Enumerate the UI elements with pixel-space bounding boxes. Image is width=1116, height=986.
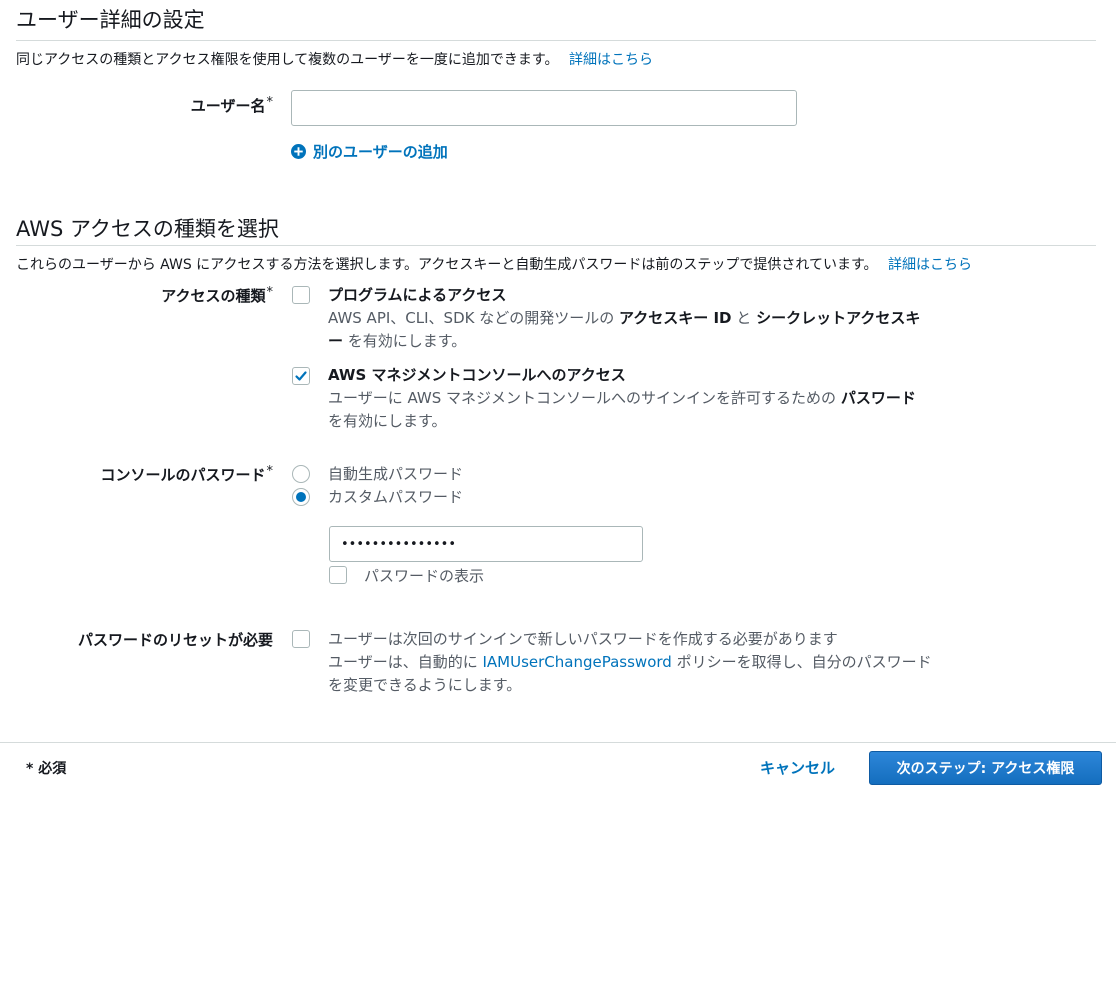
section-description: 同じアクセスの種類とアクセス権限を使用して複数のユーザーを一度に追加できます。 … <box>16 49 653 69</box>
console-access-title: AWS マネジメントコンソールへのアクセス <box>328 366 626 384</box>
password-reset-title: ユーザーは次回のサインインで新しいパスワードを作成する必要があります <box>328 630 838 648</box>
required-asterisk: * <box>266 464 274 479</box>
desc-text: と <box>731 309 757 327</box>
desc-bold: アクセスキー ID <box>619 309 732 327</box>
footer-divider <box>0 742 1116 743</box>
console-access-description: ユーザーに AWS マネジメントコンソールへのサインインを許可するための パスワ… <box>328 387 933 433</box>
custom-password-radio[interactable] <box>292 488 310 506</box>
access-type-label-text: アクセスの種類 <box>161 287 266 305</box>
add-another-user-label: 別のユーザーの追加 <box>313 143 448 161</box>
next-step-button[interactable]: 次のステップ: アクセス権限 <box>869 751 1102 785</box>
description-text: 同じアクセスの種類とアクセス権限を使用して複数のユーザーを一度に追加できます。 <box>16 52 559 68</box>
section-description: これらのユーザーから AWS にアクセスする方法を選択します。アクセスキーと自動… <box>16 254 972 274</box>
show-password-label: パスワードの表示 <box>364 567 485 585</box>
desc-text: を有効にします。 <box>343 332 467 350</box>
required-note: * 必須 <box>26 761 67 777</box>
username-label-text: ユーザー名 <box>190 97 266 115</box>
programmatic-access-checkbox[interactable] <box>292 286 310 304</box>
access-type-label: アクセスの種類* <box>0 285 273 306</box>
section-title-access-type: AWS アクセスの種類を選択 <box>16 217 279 241</box>
desc-text: AWS API、CLI、SDK などの開発ツールの <box>328 309 619 327</box>
desc-text: ユーザーに AWS マネジメントコンソールへのサインインを許可するための <box>328 389 841 407</box>
learn-more-link[interactable]: 詳細はこちら <box>569 52 653 68</box>
username-input[interactable] <box>291 90 797 126</box>
section-divider <box>16 245 1096 246</box>
learn-more-link[interactable]: 詳細はこちら <box>888 257 972 273</box>
console-access-checkbox[interactable] <box>292 367 310 385</box>
console-password-label-text: コンソールのパスワード <box>100 466 266 484</box>
required-asterisk: * <box>266 285 274 300</box>
cancel-button[interactable]: キャンセル <box>760 757 835 778</box>
custom-password-input[interactable] <box>329 526 643 562</box>
required-asterisk: * <box>266 95 274 110</box>
checkmark-icon <box>294 369 308 383</box>
desc-text: ユーザーは、自動的に <box>328 653 483 671</box>
auto-generated-password-radio[interactable] <box>292 465 310 483</box>
programmatic-access-title: プログラムによるアクセス <box>328 286 507 304</box>
custom-password-label: カスタムパスワード <box>328 488 464 506</box>
radio-selected-dot <box>296 492 306 502</box>
password-reset-description: ユーザーは、自動的に IAMUserChangePassword ポリシーを取得… <box>328 651 933 697</box>
username-label: ユーザー名* <box>0 95 273 116</box>
plus-circle-icon <box>291 144 306 159</box>
auto-generated-password-label: 自動生成パスワード <box>328 465 464 483</box>
console-password-label: コンソールのパスワード* <box>0 464 273 485</box>
description-text: これらのユーザーから AWS にアクセスする方法を選択します。アクセスキーと自動… <box>16 257 878 273</box>
show-password-checkbox[interactable] <box>329 566 347 584</box>
programmatic-access-description: AWS API、CLI、SDK などの開発ツールの アクセスキー ID と シー… <box>328 307 933 353</box>
section-divider <box>16 40 1096 41</box>
password-reset-checkbox[interactable] <box>292 630 310 648</box>
password-reset-label: パスワードのリセットが必要 <box>77 631 273 649</box>
section-title-user-details: ユーザー詳細の設定 <box>16 8 205 32</box>
add-another-user-button[interactable]: 別のユーザーの追加 <box>291 141 448 162</box>
iam-policy-link[interactable]: IAMUserChangePassword <box>482 653 671 671</box>
desc-bold: パスワード <box>840 389 916 407</box>
desc-text: を有効にします。 <box>328 412 447 430</box>
